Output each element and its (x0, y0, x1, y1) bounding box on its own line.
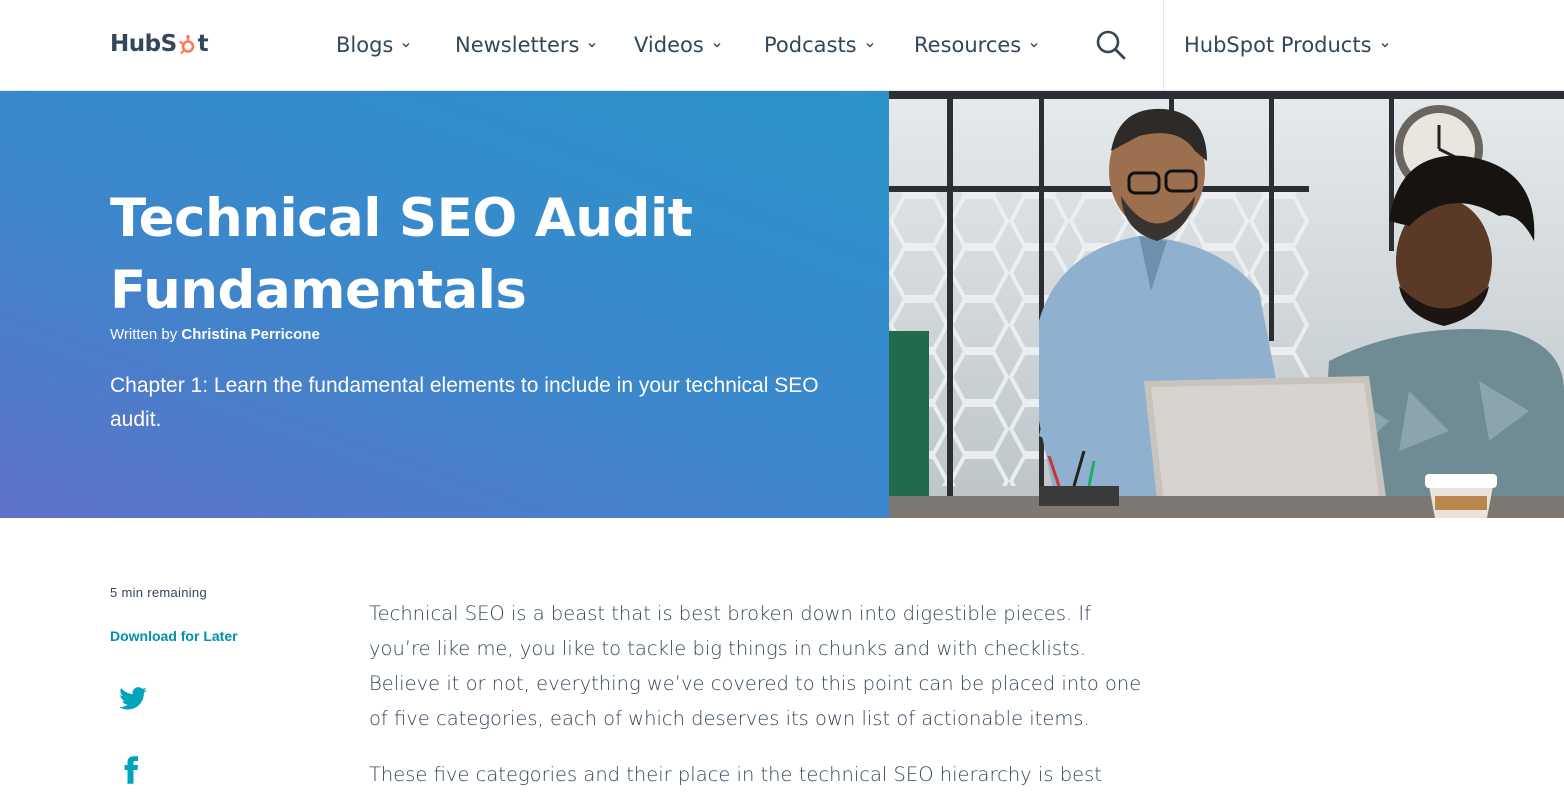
nav-newsletters[interactable]: Newsletters (455, 28, 597, 62)
nav-hubspot-products[interactable]: HubSpot Products (1184, 28, 1390, 62)
nav-label: Newsletters (455, 33, 580, 57)
nav-resources[interactable]: Resources (914, 28, 1039, 62)
nav-label: HubSpot Products (1184, 33, 1372, 57)
nav-label: Videos (634, 33, 704, 57)
logo-text-end: t (197, 31, 209, 57)
site-header: HubS t Blogs Newsletters Videos Podcasts… (0, 0, 1564, 91)
facebook-icon[interactable] (116, 755, 146, 785)
reading-time-remaining: 5 min remaining (110, 585, 207, 600)
nav-label: Resources (914, 33, 1022, 57)
sprocket-icon (178, 35, 194, 55)
article-paragraph-1: Technical SEO is a beast that is best br… (369, 602, 1142, 730)
search-icon[interactable] (1093, 27, 1129, 63)
hubspot-logo[interactable]: HubS t (110, 28, 209, 60)
page-title: Technical SEO Audit Fundamentals (110, 183, 810, 327)
chevron-down-icon (1030, 43, 1038, 48)
download-for-later-link[interactable]: Download for Later (110, 628, 238, 644)
nav-blogs[interactable]: Blogs (336, 28, 411, 62)
hero-text-panel: Technical SEO Audit Fundamentals Written… (0, 91, 889, 518)
article-body: Technical SEO is a beast that is best br… (369, 596, 1149, 797)
twitter-icon[interactable] (118, 684, 148, 714)
title-line-1: Technical SEO Audit (110, 188, 693, 249)
nav-label: Podcasts (764, 33, 857, 57)
article-paragraph-2: These five categories and their place in… (369, 763, 1102, 786)
title-line-2: Fundamentals (110, 260, 527, 321)
chevron-down-icon (713, 43, 721, 48)
nav-podcasts[interactable]: Podcasts (764, 28, 875, 62)
office-photo-illustration (889, 91, 1564, 518)
hero-photo (889, 91, 1564, 518)
chapter-subtitle: Chapter 1: Learn the fundamental element… (110, 374, 819, 431)
hero-banner: Technical SEO Audit Fundamentals Written… (0, 91, 1564, 518)
chevron-down-icon (1381, 43, 1389, 48)
author-name: Christina Perricone (181, 326, 320, 343)
nav-label: Blogs (336, 33, 394, 57)
byline-prefix: Written by (110, 326, 182, 343)
chevron-down-icon (588, 43, 596, 48)
header-divider (1163, 0, 1164, 90)
nav-videos[interactable]: Videos (634, 28, 722, 62)
logo-text-start: HubS (110, 31, 177, 57)
chevron-down-icon (402, 43, 410, 48)
byline: Written by Christina Perricone (110, 326, 320, 343)
chevron-down-icon (866, 43, 874, 48)
